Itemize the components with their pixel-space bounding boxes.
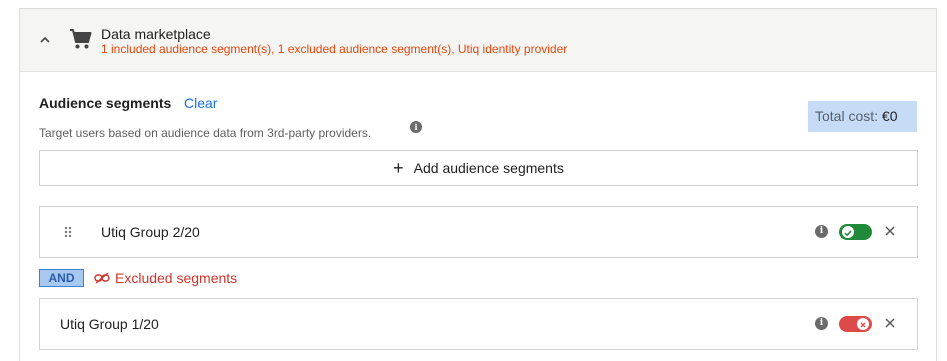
segment-name: Utiq Group 2/20 — [101, 224, 200, 240]
segment-name: Utiq Group 1/20 — [60, 316, 159, 332]
excluded-link-icon — [94, 272, 110, 284]
total-cost-label: Total cost: — [815, 108, 879, 124]
and-operator-badge[interactable]: AND — [39, 269, 84, 287]
chevron-up-icon[interactable] — [39, 35, 51, 45]
info-icon[interactable]: i — [815, 317, 828, 330]
include-toggle[interactable] — [839, 224, 872, 240]
exclude-toggle[interactable] — [839, 316, 872, 332]
toggle-knob — [857, 318, 869, 330]
segment-card-excluded: Utiq Group 1/20 i — [39, 298, 918, 350]
audience-segments-title: Audience segments — [39, 95, 172, 111]
clear-link[interactable]: Clear — [184, 95, 217, 111]
section-header[interactable]: Data marketplace 1 included audience seg… — [20, 9, 936, 72]
plus-icon: + — [393, 158, 404, 178]
total-cost-badge: Total cost: €0 — [808, 101, 917, 132]
x-icon — [860, 322, 866, 328]
data-marketplace-panel: Data marketplace 1 included audience seg… — [19, 8, 937, 361]
audience-description: Target users based on audience data from… — [39, 126, 372, 140]
shopping-cart-icon — [70, 29, 92, 49]
remove-segment-icon[interactable] — [884, 317, 896, 329]
remove-segment-icon[interactable] — [884, 225, 896, 237]
info-icon[interactable]: i — [815, 225, 828, 238]
check-icon — [844, 230, 852, 237]
add-audience-segments-button[interactable]: + Add audience segments — [39, 150, 918, 186]
total-cost-value: €0 — [881, 108, 898, 124]
section-summary: 1 included audience segment(s), 1 exclud… — [101, 42, 568, 56]
section-title: Data marketplace — [101, 26, 211, 42]
excluded-segments-text: Excluded segments — [115, 270, 238, 286]
excluded-segments-label: Excluded segments — [94, 270, 237, 286]
drag-handle-icon[interactable] — [64, 226, 72, 238]
info-icon[interactable]: i — [410, 121, 422, 133]
toggle-knob — [842, 226, 854, 238]
add-button-label: Add audience segments — [413, 160, 564, 176]
segment-card-included: Utiq Group 2/20 i — [39, 206, 918, 258]
